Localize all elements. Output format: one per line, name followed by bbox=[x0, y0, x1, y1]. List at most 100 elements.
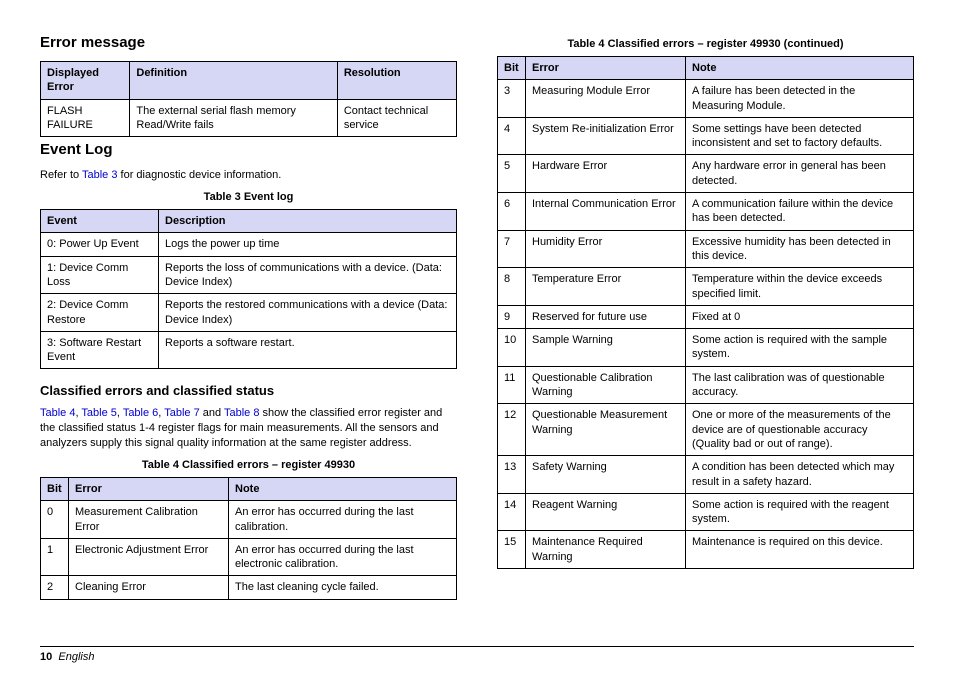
table-cell: 1 bbox=[41, 538, 69, 576]
table-cell: FLASH FAILURE bbox=[41, 99, 130, 137]
table-cell: A communication failure within the devic… bbox=[686, 193, 914, 231]
page-footer: 10 English bbox=[40, 646, 914, 663]
table-cell: Reagent Warning bbox=[526, 493, 686, 531]
table-cell: 0: Power Up Event bbox=[41, 233, 159, 256]
table-cell: Logs the power up time bbox=[159, 233, 457, 256]
table-cell: 13 bbox=[498, 456, 526, 494]
table-cell: 3 bbox=[498, 80, 526, 118]
footer-language: English bbox=[58, 651, 94, 663]
table-cell: A condition has been detected which may … bbox=[686, 456, 914, 494]
table-row: 14Reagent WarningSome action is required… bbox=[498, 493, 914, 531]
table-cell: An error has occurred during the last el… bbox=[229, 538, 457, 576]
table-row: 5Hardware ErrorAny hardware error in gen… bbox=[498, 155, 914, 193]
table-cell: 4 bbox=[498, 117, 526, 155]
table-cell: A failure has been detected in the Measu… bbox=[686, 80, 914, 118]
table-cell: Electronic Adjustment Error bbox=[69, 538, 229, 576]
table-cell: Some settings have been detected inconsi… bbox=[686, 117, 914, 155]
table-cell: Reserved for future use bbox=[526, 305, 686, 328]
tbody: 0Measurement Calibration ErrorAn error h… bbox=[41, 501, 457, 599]
table-classified-errors: Bit Error Note 0Measurement Calibration … bbox=[40, 477, 457, 600]
left-column: Error message Displayed Error Definition… bbox=[40, 30, 457, 628]
link-table8[interactable]: Table 8 bbox=[224, 407, 259, 419]
table-cell: 11 bbox=[498, 366, 526, 404]
table-cell: Temperature within the device exceeds sp… bbox=[686, 268, 914, 306]
table-cell: Reports the loss of communications with … bbox=[159, 256, 457, 294]
table-row: FLASH FAILUREThe external serial flash m… bbox=[41, 99, 457, 137]
table-cell: 2 bbox=[41, 576, 69, 599]
table-row: 10Sample WarningSome action is required … bbox=[498, 329, 914, 367]
table-row: 9Reserved for future useFixed at 0 bbox=[498, 305, 914, 328]
link-table7[interactable]: Table 7 bbox=[164, 407, 199, 419]
table-cell: An error has occurred during the last ca… bbox=[229, 501, 457, 539]
table-cell: 0 bbox=[41, 501, 69, 539]
th: Error bbox=[69, 477, 229, 500]
table-row: 3Measuring Module ErrorA failure has bee… bbox=[498, 80, 914, 118]
table-cell: Reports the restored communications with… bbox=[159, 294, 457, 332]
th: Displayed Error bbox=[41, 62, 130, 100]
table-classified-errors-continued: Bit Error Note 3Measuring Module ErrorA … bbox=[497, 56, 914, 569]
table-cell: The last calibration was of questionable… bbox=[686, 366, 914, 404]
page-number: 10 bbox=[40, 651, 52, 663]
table-cell: Measuring Module Error bbox=[526, 80, 686, 118]
table-row: 2: Device Comm RestoreReports the restor… bbox=[41, 294, 457, 332]
link-table3[interactable]: Table 3 bbox=[82, 169, 117, 181]
table-cell: Hardware Error bbox=[526, 155, 686, 193]
caption-table4: Table 4 Classified errors – register 499… bbox=[40, 459, 457, 471]
table-cell: Questionable Calibration Warning bbox=[526, 366, 686, 404]
table-cell: 12 bbox=[498, 404, 526, 456]
table-event-log: Event Description 0: Power Up EventLogs … bbox=[40, 209, 457, 369]
table-cell: 10 bbox=[498, 329, 526, 367]
table-row: 12Questionable Measurement WarningOne or… bbox=[498, 404, 914, 456]
table-cell: Fixed at 0 bbox=[686, 305, 914, 328]
table-row: 1: Device Comm LossReports the loss of c… bbox=[41, 256, 457, 294]
table-cell: 5 bbox=[498, 155, 526, 193]
table-row: 8Temperature ErrorTemperature within the… bbox=[498, 268, 914, 306]
tbody: 3Measuring Module ErrorA failure has bee… bbox=[498, 80, 914, 569]
text: Refer to bbox=[40, 169, 82, 181]
table-cell: Maintenance is required on this device. bbox=[686, 531, 914, 569]
th: Event bbox=[41, 210, 159, 233]
th: Bit bbox=[498, 57, 526, 80]
table-cell: Reports a software restart. bbox=[159, 331, 457, 369]
th: Note bbox=[229, 477, 457, 500]
th: Note bbox=[686, 57, 914, 80]
table-cell: 6 bbox=[498, 193, 526, 231]
table-row: 1Electronic Adjustment ErrorAn error has… bbox=[41, 538, 457, 576]
table-error-message: Displayed Error Definition Resolution FL… bbox=[40, 61, 457, 137]
table-cell: Humidity Error bbox=[526, 230, 686, 268]
table-cell: 3: Software Restart Event bbox=[41, 331, 159, 369]
table-cell: Contact technical service bbox=[337, 99, 456, 137]
table-cell: Safety Warning bbox=[526, 456, 686, 494]
link-table5[interactable]: Table 5 bbox=[81, 407, 116, 419]
table-cell: Temperature Error bbox=[526, 268, 686, 306]
table-row: 3: Software Restart EventReports a softw… bbox=[41, 331, 457, 369]
table-cell: Measurement Calibration Error bbox=[69, 501, 229, 539]
table-cell: Any hardware error in general has been d… bbox=[686, 155, 914, 193]
table-cell: The external serial flash memory Read/Wr… bbox=[130, 99, 337, 137]
table-cell: 14 bbox=[498, 493, 526, 531]
right-column: Table 4 Classified errors – register 499… bbox=[497, 30, 914, 628]
tbody: FLASH FAILUREThe external serial flash m… bbox=[41, 99, 457, 137]
link-table6[interactable]: Table 6 bbox=[123, 407, 158, 419]
table-row: 4System Re-initialization ErrorSome sett… bbox=[498, 117, 914, 155]
table-cell: Sample Warning bbox=[526, 329, 686, 367]
table-cell: 9 bbox=[498, 305, 526, 328]
th: Definition bbox=[130, 62, 337, 100]
th: Resolution bbox=[337, 62, 456, 100]
table-cell: The last cleaning cycle failed. bbox=[229, 576, 457, 599]
classified-para: Table 4, Table 5, Table 6, Table 7 and T… bbox=[40, 406, 457, 451]
tbody: 0: Power Up EventLogs the power up time1… bbox=[41, 233, 457, 369]
table-row: 15Maintenance Required WarningMaintenanc… bbox=[498, 531, 914, 569]
table-row: 7Humidity ErrorExcessive humidity has be… bbox=[498, 230, 914, 268]
heading-classified: Classified errors and classified status bbox=[40, 383, 457, 398]
table-row: 0Measurement Calibration ErrorAn error h… bbox=[41, 501, 457, 539]
heading-event-log: Event Log bbox=[40, 141, 457, 158]
link-table4[interactable]: Table 4 bbox=[40, 407, 75, 419]
text: for diagnostic device information. bbox=[117, 169, 281, 181]
caption-table4-continued: Table 4 Classified errors – register 499… bbox=[497, 38, 914, 50]
heading-error-message: Error message bbox=[40, 34, 457, 51]
table-cell: 8 bbox=[498, 268, 526, 306]
table-cell: Internal Communication Error bbox=[526, 193, 686, 231]
table-row: 6Internal Communication ErrorA communica… bbox=[498, 193, 914, 231]
table-cell: Maintenance Required Warning bbox=[526, 531, 686, 569]
